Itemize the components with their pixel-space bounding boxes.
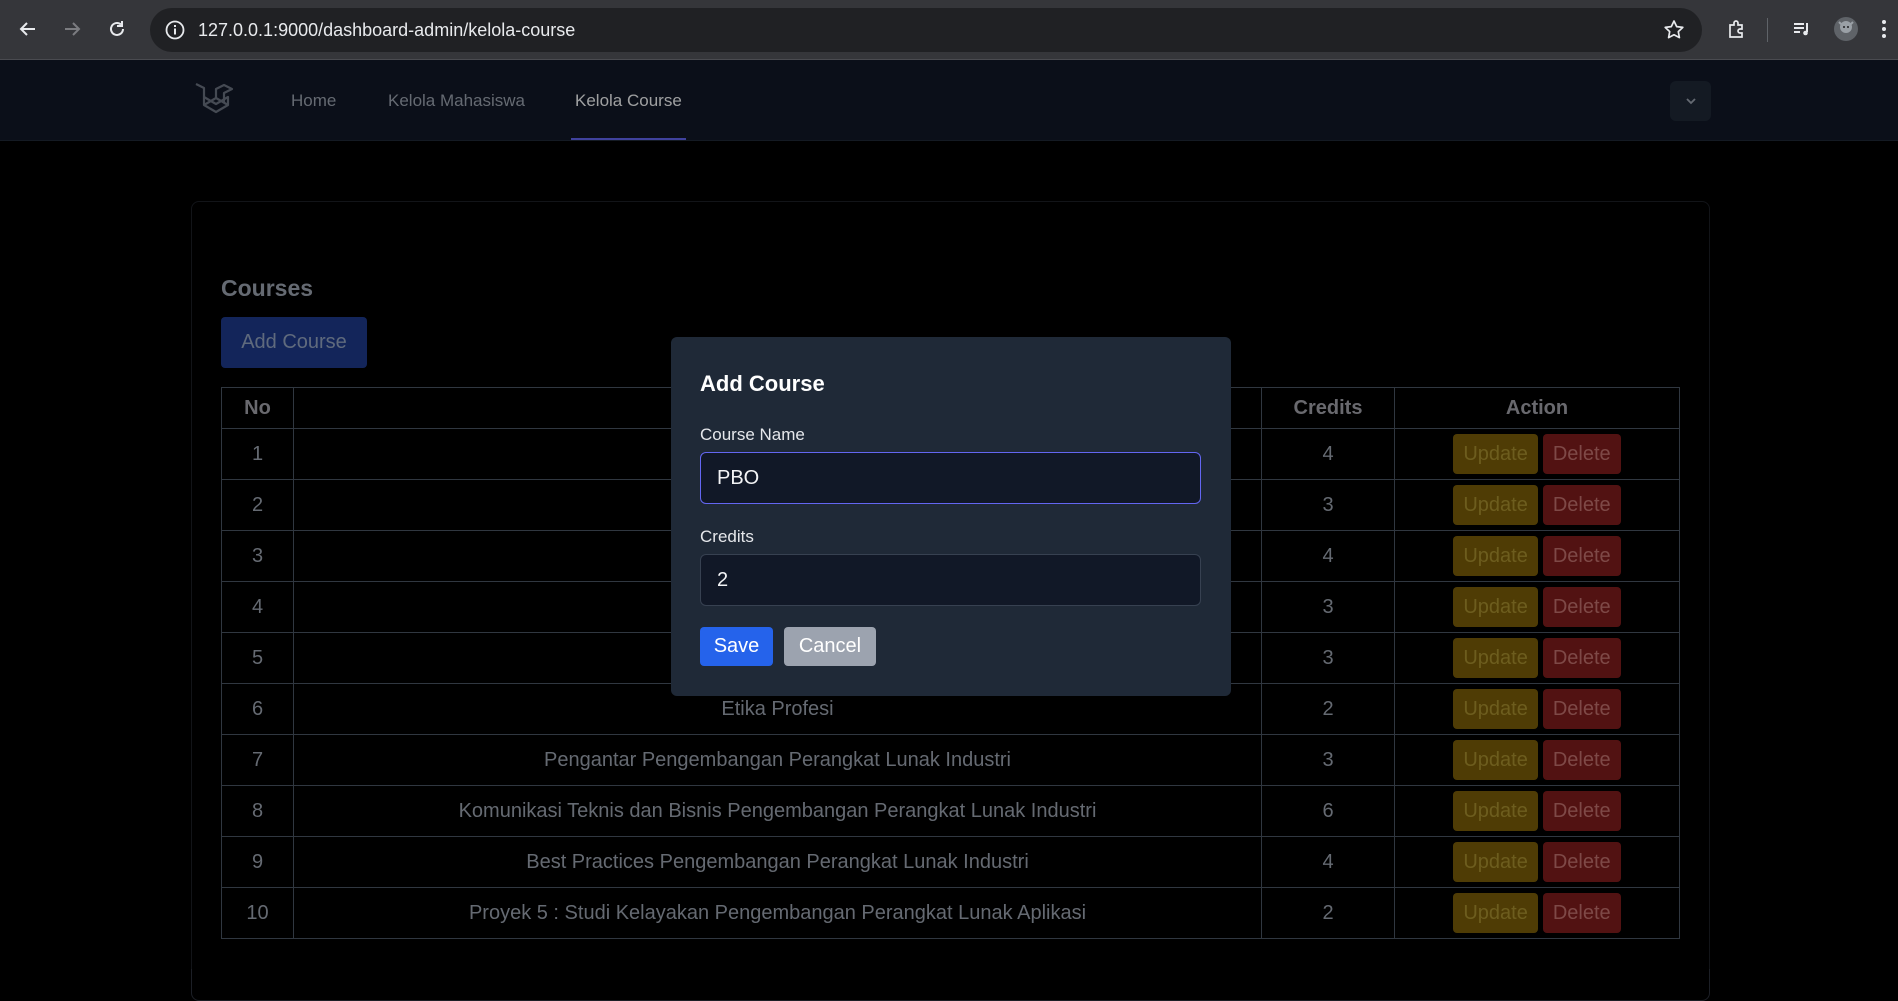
- address-bar[interactable]: 127.0.0.1:9000/dashboard-admin/kelola-co…: [150, 8, 1702, 52]
- reload-icon[interactable]: [100, 12, 134, 46]
- course-name-label: Course Name: [700, 425, 805, 444]
- toolbar-divider: [1767, 18, 1768, 42]
- browser-menu-icon[interactable]: [1870, 12, 1898, 46]
- site-info-icon[interactable]: [164, 19, 186, 46]
- credits-label: Credits: [700, 527, 754, 546]
- save-button[interactable]: Save: [700, 627, 773, 666]
- address-url: 127.0.0.1:9000/dashboard-admin/kelola-co…: [198, 19, 576, 40]
- course-name-input[interactable]: [700, 452, 1201, 504]
- extensions-icon[interactable]: [1720, 12, 1754, 46]
- bookmark-star-icon[interactable]: [1662, 18, 1686, 47]
- modal-title: Add Course: [700, 371, 825, 396]
- browser-toolbar: 127.0.0.1:9000/dashboard-admin/kelola-co…: [0, 0, 1898, 60]
- cancel-button[interactable]: Cancel: [784, 627, 876, 666]
- forward-icon[interactable]: [55, 12, 89, 46]
- media-control-icon[interactable]: [1785, 12, 1819, 46]
- credits-input[interactable]: [700, 554, 1201, 606]
- back-icon[interactable]: [11, 12, 45, 46]
- add-course-modal: Add Course Course Name Credits Save Canc…: [671, 337, 1231, 696]
- profile-avatar-icon[interactable]: [1829, 12, 1863, 46]
